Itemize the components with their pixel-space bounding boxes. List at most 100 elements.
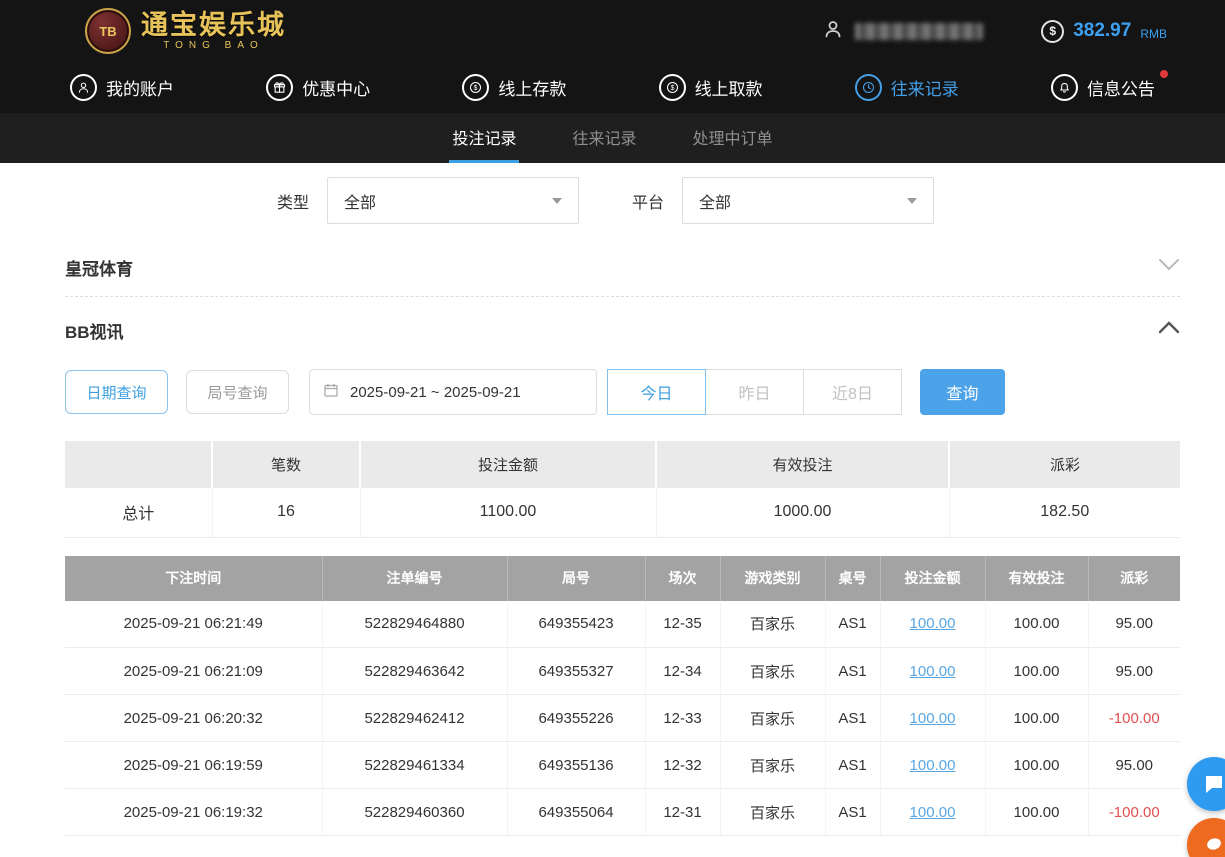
- chat-bubble-icon: [1206, 776, 1222, 793]
- col-game-type: 游戏类别: [720, 555, 826, 601]
- payout: -100.00: [1088, 788, 1180, 836]
- bet-amount-link[interactable]: 100.00: [910, 663, 956, 680]
- table-row: 2025-09-21 06:19:59 522829461334 6493551…: [65, 741, 1180, 789]
- nav-label: 往来记录: [890, 80, 959, 99]
- bet-amount-link[interactable]: 100.00: [910, 710, 956, 727]
- balance-amount: 382.97: [1073, 20, 1132, 41]
- game-type: 百家乐: [720, 694, 826, 742]
- col-session: 场次: [645, 555, 721, 601]
- bet-time: 2025-09-21 06:20:32: [65, 694, 323, 742]
- date-range-value: 2025-09-21 ~ 2025-09-21: [350, 383, 521, 401]
- username-redacted: [855, 22, 984, 40]
- round-no: 649355136: [507, 741, 646, 789]
- date-range-input[interactable]: 2025-09-21 ~ 2025-09-21: [309, 369, 597, 415]
- summary-total-label: 总计: [65, 488, 213, 538]
- site-logo[interactable]: TB 通宝娱乐城 TONG BAO: [85, 8, 286, 54]
- table-no: AS1: [825, 600, 881, 648]
- nav-promotions[interactable]: 优惠中心: [266, 74, 370, 101]
- logo-text: 通宝娱乐城 TONG BAO: [141, 11, 286, 51]
- nav-deposit[interactable]: $ 线上存款: [462, 74, 566, 101]
- service-icon: [1207, 838, 1221, 850]
- last-8-days-button[interactable]: 近8日: [803, 369, 902, 415]
- nav-label: 线上存款: [498, 80, 567, 99]
- round-no: 649355423: [507, 600, 646, 648]
- bet-amount-cell: 100.00: [880, 600, 986, 648]
- balance[interactable]: $ 382.97 RMB: [1041, 19, 1167, 43]
- summary-count: 16: [212, 488, 361, 538]
- summary-header-payout: 派彩: [949, 441, 1180, 488]
- nav-transaction-records[interactable]: 往来记录: [854, 74, 959, 101]
- user-icon: [821, 17, 845, 46]
- bet-amount-cell: 100.00: [880, 647, 986, 695]
- section-title: 皇冠体育: [65, 259, 133, 279]
- records-clock-icon: [854, 74, 882, 101]
- summary-header-count: 笔数: [212, 441, 361, 488]
- yesterday-button[interactable]: 昨日: [705, 369, 804, 415]
- round-no: 649355327: [507, 647, 646, 695]
- user-icon: [70, 74, 97, 101]
- logo-badge-text: TB: [99, 23, 117, 39]
- bet-header-row: 下注时间 注单编号 局号 场次 游戏类别 桌号 投注金额 有效投注 派彩: [65, 555, 1180, 601]
- bell-icon: [1050, 74, 1078, 101]
- notification-dot: [1159, 70, 1168, 78]
- svg-text:$: $: [670, 85, 674, 92]
- table-row: 2025-09-21 06:19:32 522829460360 6493550…: [65, 788, 1180, 836]
- type-select[interactable]: 全部: [327, 177, 580, 224]
- bet-amount-cell: 100.00: [880, 741, 986, 789]
- query-toolbar: 日期查询 局号查询 2025-09-21 ~ 2025-09-21 今日 昨日 …: [65, 369, 1180, 415]
- valid-bet: 100.00: [985, 741, 1089, 789]
- bet-amount-link[interactable]: 100.00: [910, 757, 956, 774]
- main-nav: 我的账户 优惠中心 $ 线上存款 $ 线上取款 往来记录 信息公告: [0, 62, 1225, 113]
- session: 12-35: [645, 600, 721, 648]
- top-header: TB 通宝娱乐城 TONG BAO $ 382.97 RMB: [0, 0, 1225, 62]
- round-no: 649355064: [507, 788, 646, 836]
- valid-bet: 100.00: [985, 600, 1089, 648]
- nav-my-account[interactable]: 我的账户: [70, 74, 174, 101]
- summary-header-empty: [65, 441, 213, 488]
- session: 12-31: [645, 788, 721, 836]
- section-bb-video: BB视讯 日期查询 局号查询 2025-09-21 ~ 2025-09-21 今…: [65, 297, 1180, 836]
- nav-withdraw[interactable]: $ 线上取款: [658, 74, 763, 101]
- logo-badge-icon: TB: [85, 8, 131, 54]
- crown-sports-header[interactable]: 皇冠体育: [65, 238, 1180, 296]
- bet-amount-link[interactable]: 100.00: [910, 804, 956, 821]
- bb-video-header[interactable]: BB视讯: [65, 297, 1180, 363]
- main-content: 类型 全部 平台 全部 皇冠体育 BB视讯 日期查询 局号查询 2025-09-…: [0, 163, 1225, 836]
- section-title: BB视讯: [65, 322, 124, 342]
- round-query-button[interactable]: 局号查询: [186, 370, 289, 414]
- valid-bet: 100.00: [985, 694, 1089, 742]
- summary-bet-amount: 1100.00: [360, 488, 657, 538]
- payout: 95.00: [1088, 647, 1180, 695]
- valid-bet: 100.00: [985, 647, 1089, 695]
- tab-processing-orders[interactable]: 处理中订单: [690, 113, 776, 163]
- search-button[interactable]: 查询: [920, 369, 1005, 415]
- payout: 95.00: [1088, 741, 1180, 789]
- chevron-up-icon[interactable]: [1158, 321, 1180, 339]
- tab-transaction-records[interactable]: 往来记录: [569, 113, 639, 163]
- platform-select[interactable]: 全部: [682, 177, 935, 224]
- summary-table: 笔数 投注金额 有效投注 派彩 总计 16 1100.00 1000.00 18…: [65, 441, 1180, 538]
- bet-amount-link[interactable]: 100.00: [910, 615, 956, 632]
- tab-bet-records[interactable]: 投注记录: [449, 113, 520, 163]
- col-table-no: 桌号: [825, 555, 881, 601]
- game-type: 百家乐: [720, 788, 826, 836]
- table-no: AS1: [825, 647, 881, 695]
- chevron-down-icon[interactable]: [1158, 258, 1180, 276]
- platform-select-value: 全部: [699, 194, 732, 212]
- table-row: 2025-09-21 06:20:32 522829462412 6493552…: [65, 694, 1180, 742]
- date-query-button[interactable]: 日期查询: [65, 370, 168, 414]
- today-button[interactable]: 今日: [607, 369, 706, 415]
- col-bet-amount: 投注金额: [880, 555, 986, 601]
- col-payout: 派彩: [1088, 555, 1180, 601]
- bet-time: 2025-09-21 06:21:09: [65, 647, 323, 695]
- user-account[interactable]: [821, 17, 984, 46]
- balance-currency: RMB: [1140, 26, 1167, 41]
- col-order-no: 注单编号: [322, 555, 508, 601]
- bet-amount-cell: 100.00: [880, 694, 986, 742]
- bet-time: 2025-09-21 06:21:49: [65, 600, 323, 648]
- bet-time: 2025-09-21 06:19:59: [65, 741, 323, 789]
- col-bet-time: 下注时间: [65, 555, 323, 601]
- order-no: 522829461334: [322, 741, 508, 789]
- nav-announcements[interactable]: 信息公告: [1050, 70, 1168, 101]
- calendar-icon: [322, 381, 340, 404]
